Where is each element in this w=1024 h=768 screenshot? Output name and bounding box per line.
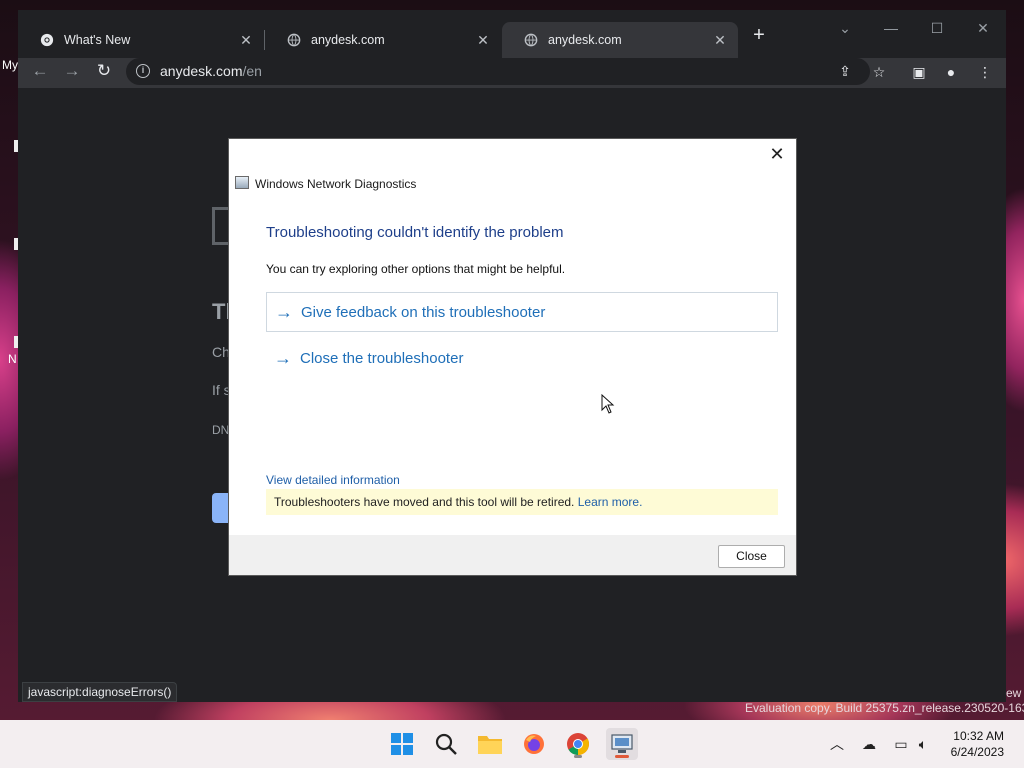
search-button[interactable] [430,728,462,760]
view-detailed-info-link[interactable]: View detailed information [266,473,400,487]
tab-title: What's New [64,33,131,47]
learn-more-link[interactable]: Learn more. [578,495,643,509]
desktop-label-n: N [8,352,17,366]
dialog-heading: Troubleshooting couldn't identify the pr… [266,224,564,241]
new-tab-button[interactable]: + [748,24,770,46]
notice-text: Troubleshooters have moved and this tool… [274,495,575,509]
clock-time: 10:32 AM [953,729,1004,743]
menu-kebab-icon[interactable]: ⋮ [974,61,996,83]
close-button[interactable]: Close [718,545,785,568]
onedrive-offline-icon[interactable]: ☁ [860,735,878,753]
chrome-button[interactable] [562,728,594,760]
profile-icon[interactable]: ● [940,61,962,83]
file-explorer-button[interactable] [474,728,506,760]
firefox-icon [524,734,544,754]
tab-title: anydesk.com [311,33,385,47]
firefox-button[interactable] [518,728,550,760]
tab-anydesk-active[interactable]: anydesk.com ✕ [502,22,738,58]
maximize-button[interactable]: ☐ [922,16,952,40]
tab-title: anydesk.com [548,33,622,47]
minimize-button[interactable]: — [876,16,906,40]
dialog-subtext: You can try exploring other options that… [266,262,566,276]
mouse-cursor-icon [601,394,615,414]
active-indicator [615,755,629,758]
give-feedback-option[interactable]: → Give feedback on this troubleshooter [266,292,778,332]
tab-close-icon[interactable]: ✕ [238,32,254,48]
network-diagnostics-icon [235,176,249,189]
file-explorer-icon [478,736,502,754]
clock-date: 6/24/2023 [950,745,1004,759]
volume-icon[interactable]: 🔈︎ [914,735,932,753]
network-diagnostics-icon [611,734,633,753]
tab-close-icon[interactable]: ✕ [475,32,491,48]
running-indicator [574,755,582,758]
address-url: anydesk.com/en [160,63,262,79]
network-icon[interactable]: ▭ [892,735,910,753]
tab-whats-new[interactable]: What's New ✕ [18,22,264,58]
site-info-icon[interactable]: i [136,64,150,78]
address-bar[interactable]: i anydesk.com/en ⇪ [126,58,870,85]
globe-icon [524,33,538,47]
browser-toolbar: ← → ↻ i anydesk.com/en ⇪ ☆ ▣ ● ⋮ [18,58,1006,88]
back-button[interactable]: ← [26,58,54,84]
bookmark-star-icon[interactable]: ☆ [868,61,890,83]
tab-close-icon[interactable]: ✕ [712,32,728,48]
status-bubble: javascript:diagnoseErrors() [22,682,178,702]
evaluation-watermark: Evaluation copy. Build 25375.zn_release.… [745,701,1024,715]
globe-icon [287,33,301,47]
side-panel-icon[interactable]: ▣ [908,61,930,83]
dialog-close-icon[interactable]: ✕ [764,143,790,165]
close-window-button[interactable]: ✕ [968,16,998,40]
forward-button[interactable]: → [58,58,86,84]
search-icon [435,733,457,755]
reload-button[interactable]: ↻ [90,58,118,84]
watermark-fragment: ew [1006,686,1022,700]
taskbar: ︿ ☁ ▭ 🔈︎ 10:32 AM 6/24/2023 [0,720,1024,768]
arrow-right-icon: → [275,301,293,322]
page-text-fragment: DN [212,423,230,437]
system-clock[interactable]: 10:32 AM 6/24/2023 [951,728,1004,760]
tab-search-chevron-icon[interactable]: ⌄ [830,16,860,40]
tab-strip: What's New ✕ anydesk.com ✕ anydesk.com ✕… [18,10,1006,58]
chrome-icon [40,33,54,47]
chrome-icon [567,733,589,755]
desktop-label-my: My [2,58,18,72]
network-diagnostics-dialog: ✕ Windows Network Diagnostics Troublesho… [228,138,797,576]
start-icon [391,733,413,755]
arrow-right-icon: → [274,347,292,368]
network-diagnostics-taskbar-button[interactable] [606,728,638,760]
show-hidden-icons-chevron-icon[interactable]: ︿ [828,735,846,753]
dialog-title: Windows Network Diagnostics [255,177,417,191]
share-icon[interactable]: ⇪ [834,60,856,82]
option-label: Give feedback on this troubleshooter [301,303,546,321]
option-label: Close the troubleshooter [300,349,464,367]
start-button[interactable] [386,728,418,760]
tab-anydesk[interactable]: anydesk.com ✕ [265,22,501,58]
dialog-footer: Close [229,535,796,575]
close-troubleshooter-option[interactable]: → Close the troubleshooter [266,338,778,378]
retirement-notice: Troubleshooters have moved and this tool… [266,489,778,515]
